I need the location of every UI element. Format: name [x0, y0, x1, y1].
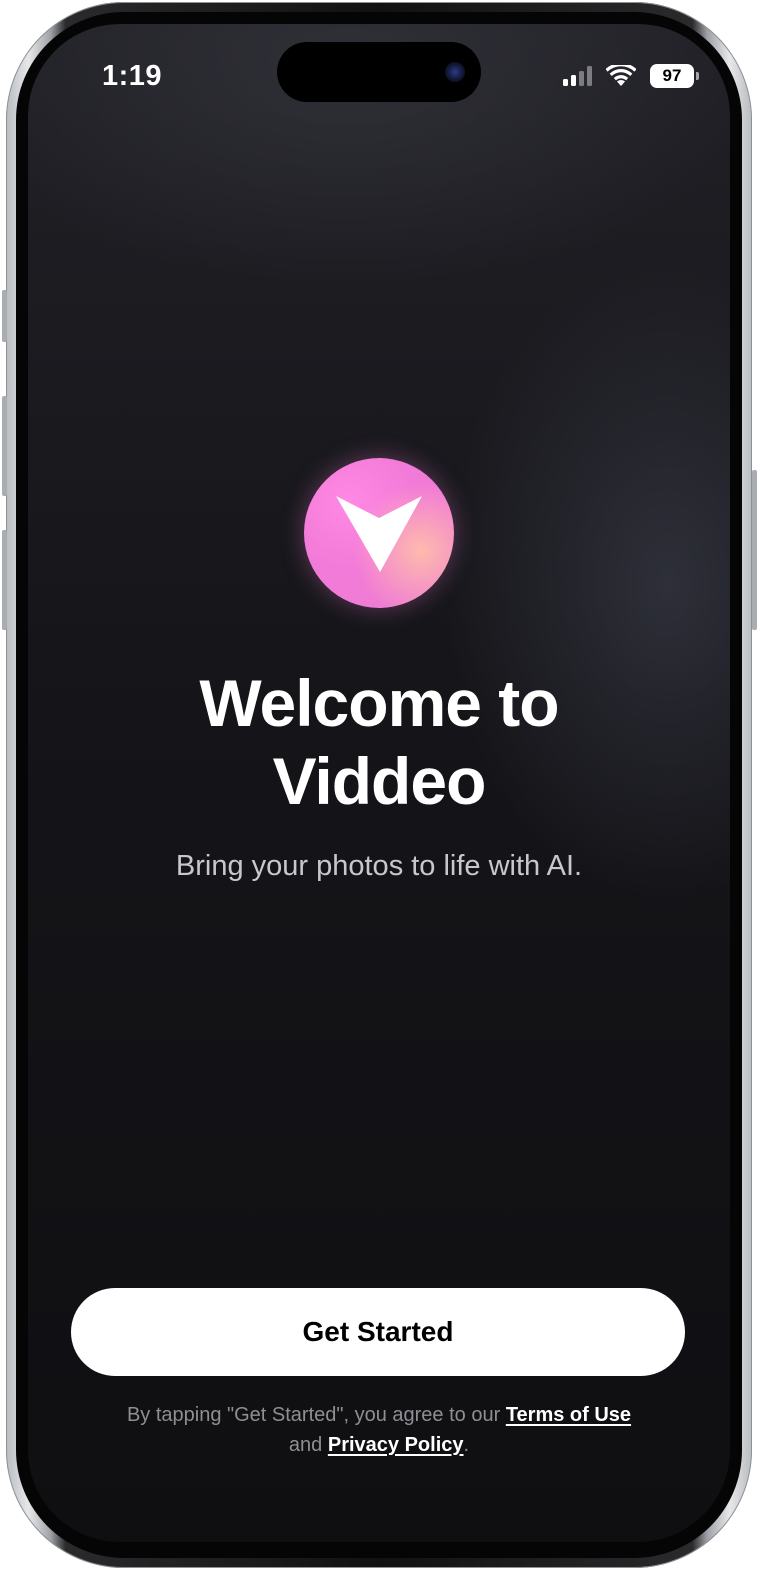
- status-indicators: 97: [563, 64, 699, 88]
- status-bar: 1:19 97: [28, 24, 730, 124]
- welcome-title-line2: Viddeo: [272, 744, 487, 818]
- legal-suffix: .: [463, 1434, 470, 1456]
- volume-up-button: [2, 396, 7, 496]
- power-button: [752, 470, 757, 630]
- status-time: 1:19: [102, 60, 163, 92]
- terms-of-use-link[interactable]: Terms of Use: [506, 1404, 631, 1426]
- legal-line1: By tapping "Get Started", you agree to o…: [28, 1400, 730, 1430]
- cellular-signal-icon: [563, 66, 592, 86]
- battery-icon: 97: [650, 64, 699, 88]
- viddeo-logo-icon: [304, 458, 454, 608]
- app-screen: 1:19 97 Welcome to Viddeo Bring your pho…: [28, 24, 730, 1542]
- volume-down-button: [2, 530, 7, 630]
- logo-glyph: [336, 496, 422, 572]
- battery-level: 97: [662, 66, 682, 85]
- welcome-title: Welcome to Viddeo: [28, 664, 730, 820]
- legal-line2: and Privacy Policy.: [28, 1430, 730, 1460]
- legal-prefix: By tapping "Get Started", you agree to o…: [126, 1404, 501, 1426]
- front-camera-icon: [445, 62, 465, 82]
- welcome-title-line1: Welcome to: [199, 666, 559, 740]
- legal-disclaimer: By tapping "Get Started", you agree to o…: [28, 1400, 730, 1460]
- dynamic-island: [277, 42, 481, 102]
- privacy-policy-link[interactable]: Privacy Policy: [328, 1434, 464, 1456]
- silent-switch: [2, 290, 7, 342]
- get-started-button[interactable]: Get Started: [71, 1288, 685, 1376]
- wifi-icon: [606, 65, 636, 86]
- legal-connector: and: [288, 1434, 323, 1456]
- welcome-subtitle: Bring your photos to life with AI.: [175, 850, 583, 882]
